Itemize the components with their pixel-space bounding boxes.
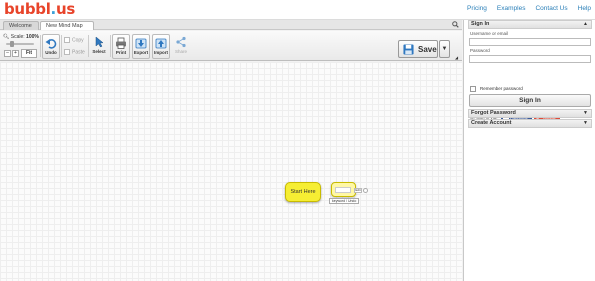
create-account-title: Create Account — [471, 120, 512, 126]
import-label: Import — [154, 50, 168, 55]
tab-label: New Mind Map — [46, 23, 83, 29]
toolbar: 🔍︎ Scale: 100% – + Fit Undo Copy Paste S… — [0, 31, 462, 61]
forgot-password-title: Forgot Password — [471, 110, 516, 116]
paste-label: Paste — [72, 49, 85, 56]
zoom-out-button[interactable]: – — [4, 50, 11, 57]
mind-map-bubble-new[interactable] — [331, 182, 356, 197]
copy-label: Copy — [72, 37, 84, 44]
printer-icon — [116, 37, 126, 49]
username-input[interactable] — [469, 38, 591, 46]
nav-help[interactable]: Help — [578, 5, 591, 12]
document-tabs: Welcome New Mind Map◫✖ — [0, 20, 462, 38]
toolbar-divider — [40, 35, 41, 57]
add-bubble-icon[interactable] — [363, 188, 368, 193]
export-icon — [135, 38, 147, 49]
tab-label: Welcome — [9, 23, 32, 29]
zoom-caption: Scale: — [10, 34, 25, 40]
password-input[interactable] — [469, 55, 591, 63]
floppy-disk-icon — [403, 44, 414, 55]
mind-map-bubble[interactable]: Start Here — [285, 182, 321, 202]
account-panel: Sign In ▲ Username or email Password Reme… — [463, 20, 595, 281]
zoom-icon: 🔍︎ — [3, 34, 10, 40]
mind-map-canvas[interactable]: Start Here Edit keyword / Undo — [0, 62, 462, 281]
share-icon — [176, 36, 186, 48]
signin-title: Sign In — [471, 21, 490, 27]
undo-button[interactable]: Undo — [42, 34, 60, 59]
header: bubbl.us Pricing Examples Contact Us Hel… — [0, 0, 595, 20]
export-label: Export — [133, 50, 149, 55]
export-button[interactable]: Export — [132, 34, 150, 59]
zoom-in-button[interactable]: + — [12, 50, 19, 57]
zoom-value: 100% — [26, 34, 39, 40]
fit-button[interactable]: Fit — [21, 49, 37, 58]
undo-icon — [45, 39, 57, 49]
paste-button[interactable]: Paste — [64, 49, 85, 55]
tab-new-mind-map[interactable]: New Mind Map◫✖ — [40, 21, 94, 38]
copy-button[interactable]: Copy — [64, 37, 84, 43]
save-options-dropdown[interactable]: ▼ — [439, 40, 450, 58]
logo-text-tld: us — [55, 0, 75, 18]
print-button[interactable]: Print — [112, 34, 130, 59]
zoom-label: 🔍︎ Scale: 100% — [3, 34, 39, 40]
toolbar-expand-icon[interactable]: ◢ — [455, 55, 458, 60]
toolbar-divider — [88, 35, 89, 57]
nav-contact-us[interactable]: Contact Us — [535, 5, 567, 12]
import-button[interactable]: Import — [152, 34, 170, 59]
expand-down-icon: ▼ — [583, 120, 588, 126]
nav-examples[interactable]: Examples — [497, 5, 526, 12]
share-label: Share — [174, 49, 187, 54]
logo-text-main: bubbl — [4, 0, 51, 18]
password-label: Password — [470, 48, 490, 53]
save-label: Save — [418, 45, 437, 54]
import-icon — [155, 38, 167, 49]
remember-password-label: Remember password — [480, 86, 523, 91]
select-label: Select — [92, 49, 106, 54]
forgot-password-section-header[interactable]: Forgot Password ▼ — [468, 109, 592, 118]
nav-pricing[interactable]: Pricing — [467, 5, 487, 12]
toolbar-divider — [110, 35, 111, 57]
tab-welcome[interactable]: Welcome — [3, 21, 39, 30]
top-nav: Pricing Examples Contact Us Help — [467, 5, 591, 12]
bubble-edit-tool[interactable]: Edit — [354, 188, 362, 193]
expand-down-icon: ▼ — [583, 110, 588, 116]
bubble-text-editor[interactable] — [335, 187, 351, 193]
remember-password-checkbox[interactable] — [470, 86, 476, 92]
bubbl-us-logo[interactable]: bubbl.us — [4, 1, 75, 18]
username-label: Username or email — [470, 31, 509, 36]
save-button[interactable]: Save — [398, 40, 438, 58]
cursor-icon — [95, 36, 104, 48]
copy-icon — [64, 37, 70, 43]
paste-icon — [64, 49, 70, 55]
print-label: Print — [115, 50, 127, 55]
toolbar-divider — [61, 35, 62, 57]
collapse-up-icon: ▲ — [583, 21, 588, 27]
signin-section-header[interactable]: Sign In ▲ — [468, 20, 592, 29]
select-button[interactable]: Select — [90, 34, 108, 59]
search-icon[interactable] — [451, 21, 459, 29]
create-account-section-header[interactable]: Create Account ▼ — [468, 119, 592, 128]
bubble-tooltip: keyword / Undo — [329, 198, 360, 204]
share-button[interactable]: Share — [172, 34, 190, 59]
signin-button[interactable]: Sign In — [469, 94, 591, 107]
zoom-slider-handle[interactable] — [10, 41, 14, 47]
undo-label: Undo — [45, 50, 57, 55]
